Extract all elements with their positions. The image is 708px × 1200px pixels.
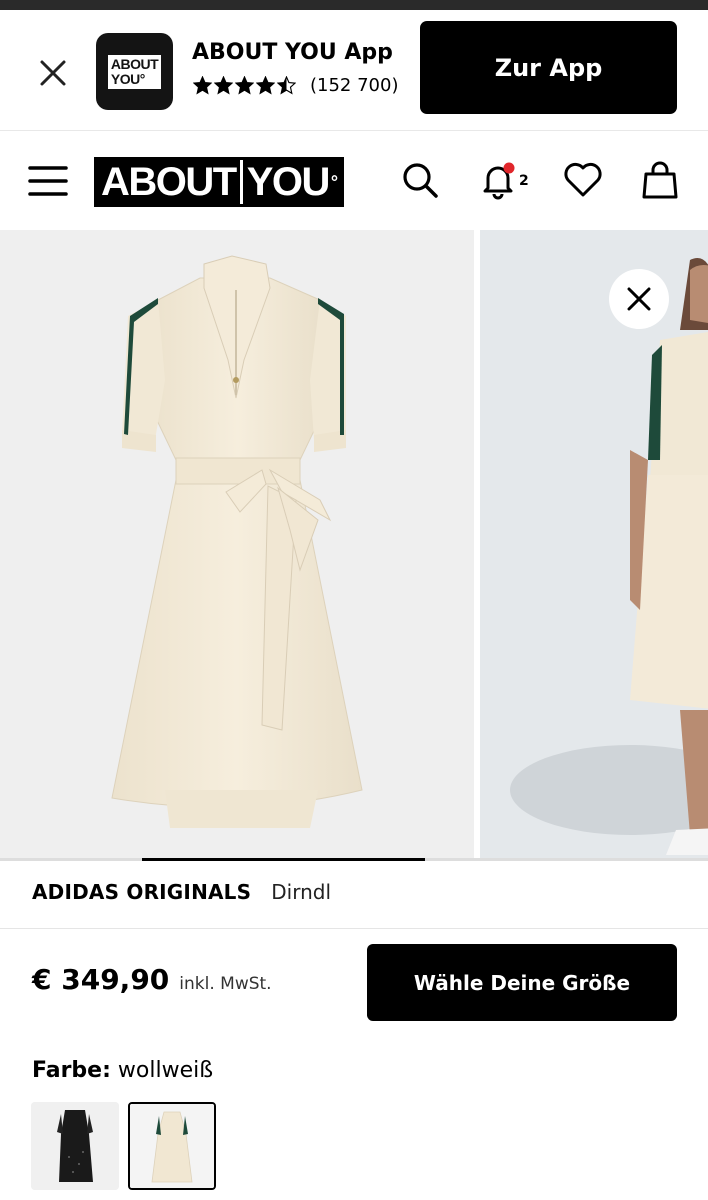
star-icon (214, 76, 233, 95)
open-app-button[interactable]: Zur App (420, 21, 677, 114)
star-icon (277, 76, 296, 95)
bell-icon[interactable] (476, 158, 520, 202)
rating-count: (152 700) (310, 75, 399, 96)
app-icon-text: ABOUT (110, 55, 159, 72)
choose-size-button[interactable]: Wähle Deine Größe (367, 944, 677, 1021)
app-icon: ABOUT YOU° (96, 33, 173, 110)
app-icon-text: YOU° (110, 70, 145, 87)
search-icon[interactable] (398, 158, 442, 202)
model-illustration (510, 258, 708, 855)
product-title: ADIDAS ORIGINALS Dirndl (32, 880, 331, 904)
color-swatch-wollweiss[interactable] (128, 1102, 216, 1190)
logo-mark: ° (330, 172, 338, 192)
logo-text-left: ABOUT (97, 160, 240, 204)
close-icon (627, 287, 651, 311)
star-icon (256, 76, 275, 95)
app-rating: (152 700) (193, 75, 398, 96)
rating-stars (193, 76, 296, 95)
divider (0, 928, 708, 929)
notification-count: 2 (519, 173, 529, 189)
status-strip (0, 0, 708, 10)
about-you-logo[interactable]: ABOUT YOU ° (94, 157, 344, 207)
swatch-image (130, 1104, 214, 1188)
swatch-image (31, 1102, 119, 1190)
heart-icon[interactable] (561, 158, 605, 202)
price: € 349,90 (32, 963, 170, 996)
product-name: Dirndl (271, 880, 332, 904)
color-swatch-black[interactable] (31, 1102, 119, 1190)
site-header: ABOUT YOU ° 2 (0, 132, 708, 229)
bag-icon[interactable] (638, 158, 682, 202)
color-value: wollweiß (117, 1058, 214, 1083)
logo-text: YOU (246, 160, 330, 204)
product-image[interactable] (0, 230, 474, 860)
product-image-gallery[interactable] (0, 230, 708, 860)
gallery-progress (0, 858, 708, 861)
product-image[interactable] (480, 230, 708, 860)
close-icon[interactable] (33, 53, 73, 93)
color-label-text: Farbe: (32, 1058, 111, 1083)
tax-note: inkl. MwSt. (179, 974, 272, 994)
dress-illustration (111, 255, 363, 828)
menu-icon[interactable] (28, 165, 68, 197)
star-icon (193, 76, 212, 95)
price-row: € 349,90 inkl. MwSt. (32, 963, 272, 996)
close-gallery-button[interactable] (609, 269, 669, 329)
color-label: Farbe: wollweiß (32, 1058, 213, 1083)
gallery-progress-fill (142, 858, 426, 861)
app-name: ABOUT YOU App (192, 40, 393, 65)
logo-text-right: YOU ° (242, 160, 341, 204)
app-install-banner: ABOUT YOU° ABOUT YOU App (152 700) Zur A… (0, 10, 708, 131)
brand-name[interactable]: ADIDAS ORIGINALS (32, 880, 251, 904)
star-icon (235, 76, 254, 95)
